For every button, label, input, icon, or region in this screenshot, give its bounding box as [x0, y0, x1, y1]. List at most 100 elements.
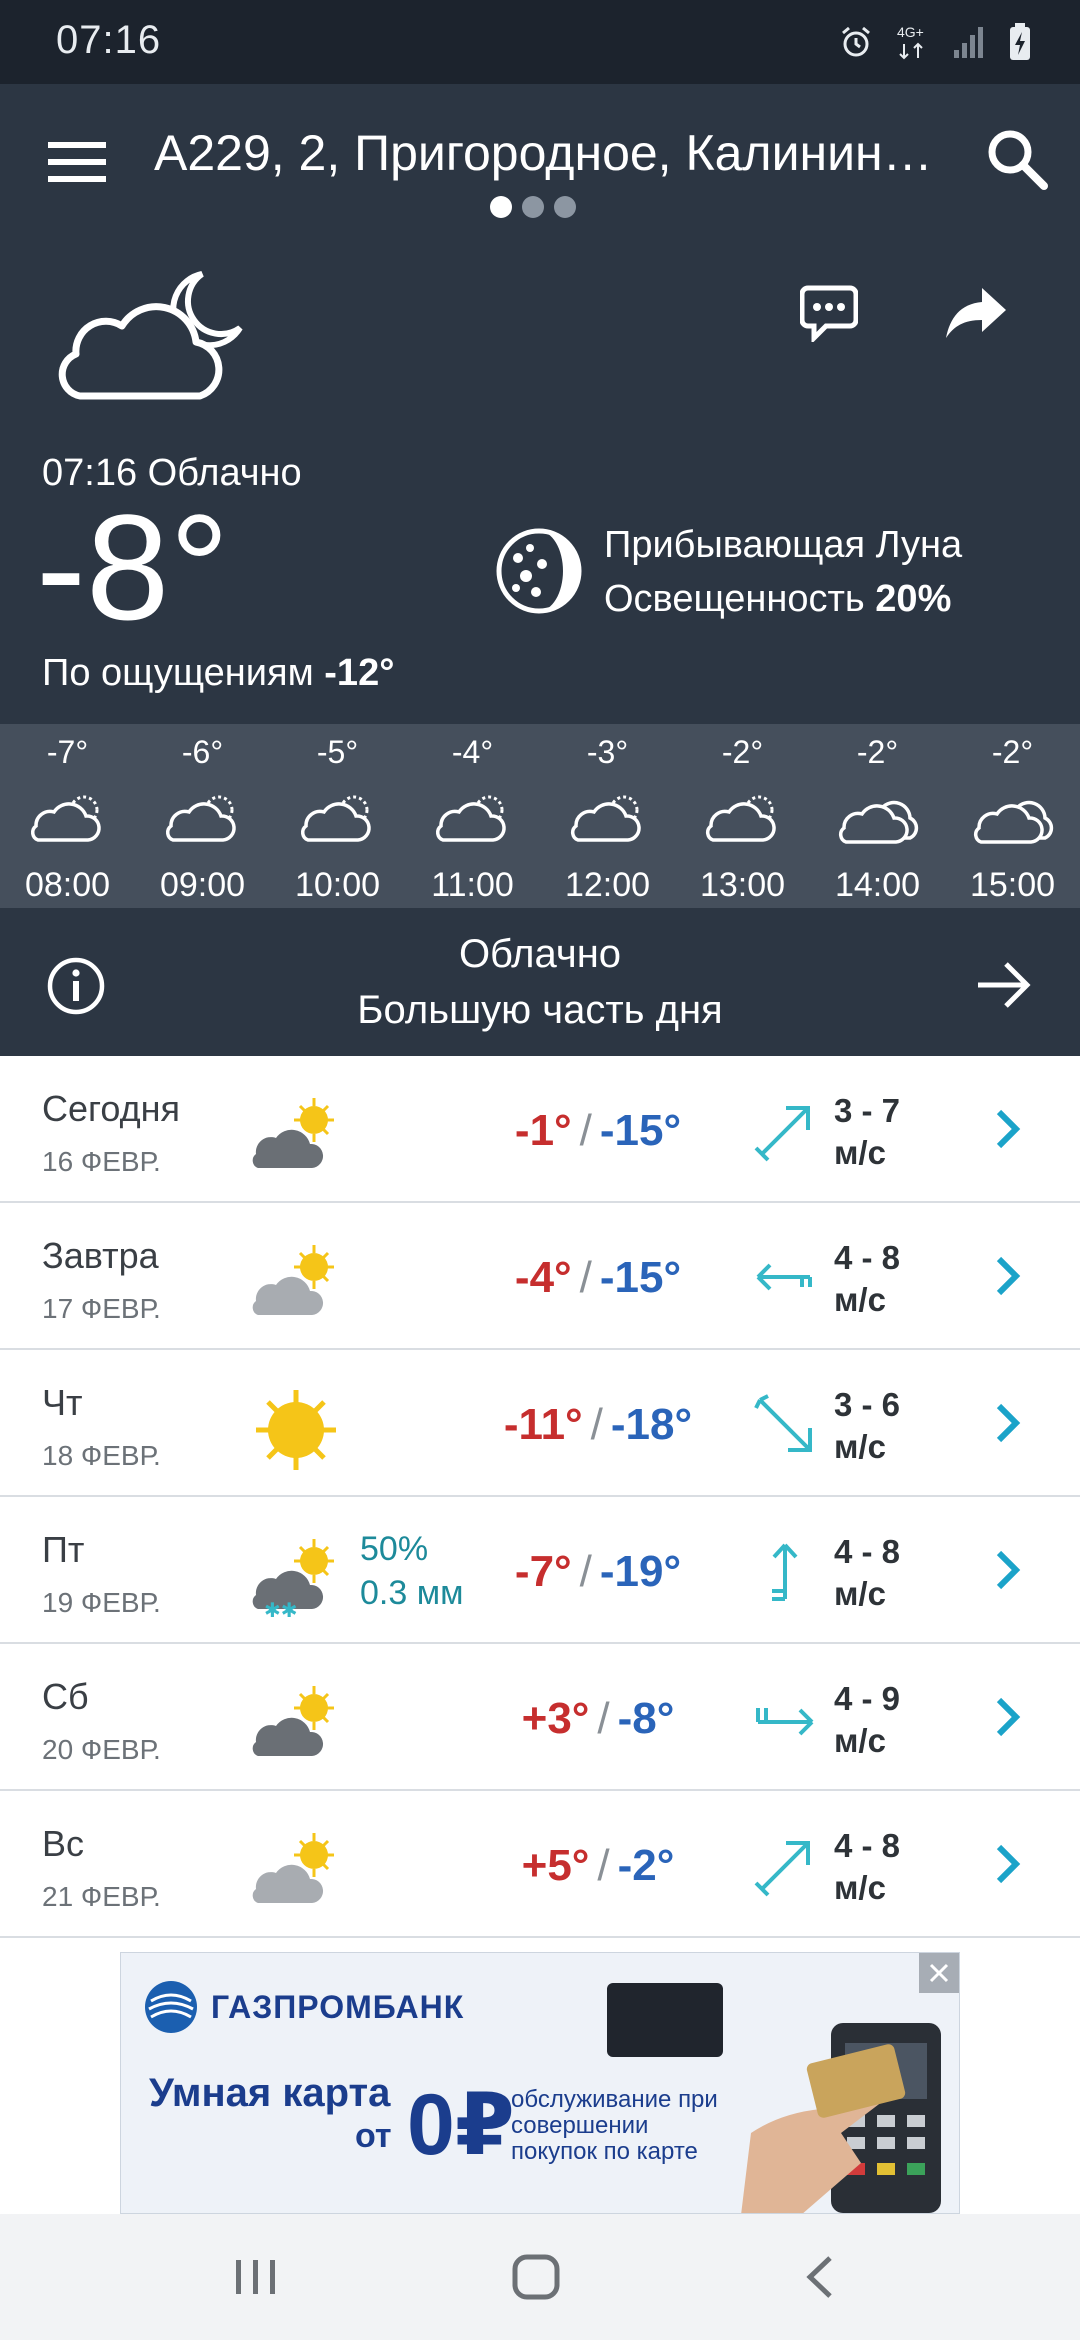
- hour-time: 15:00: [969, 866, 1056, 904]
- hour-temp: -2°: [856, 734, 899, 770]
- alarm-icon: [842, 26, 870, 57]
- day-date: 21 ФЕВР.: [42, 1881, 161, 1912]
- share-icon[interactable]: [944, 284, 1008, 342]
- search-icon[interactable]: [984, 126, 1050, 192]
- partly-cloudy-icon: [165, 795, 236, 842]
- home-icon[interactable]: [510, 2252, 562, 2302]
- page-dot[interactable]: [554, 196, 576, 218]
- ad-banner[interactable]: ГАЗПРОМБАНК Умная карта от 0₽ обслуживан…: [120, 1952, 960, 2214]
- hour-item[interactable]: -2° 14:00: [810, 724, 945, 908]
- hour-item[interactable]: -3° 12:00: [540, 724, 675, 908]
- ad-price: 0₽: [407, 2077, 515, 2173]
- moon-info: Прибывающая Луна Освещенность 20%: [604, 518, 962, 626]
- chevron-right-icon[interactable]: [994, 1843, 1022, 1885]
- chevron-right-icon[interactable]: [994, 1402, 1022, 1444]
- status-time: 07:16: [56, 18, 162, 62]
- payment-terminal-image: [741, 2023, 941, 2213]
- gazprombank-logo-icon: [145, 1981, 197, 2033]
- day-temps: +5° / -2°: [440, 1841, 756, 1891]
- hour-temp: -4°: [451, 734, 494, 770]
- partly-cloudy-icon: [435, 795, 506, 842]
- day-date: 20 ФЕВР.: [42, 1734, 161, 1765]
- feels-like-label: По ощущениям: [42, 652, 314, 694]
- day-date: 16 ФЕВР.: [42, 1146, 161, 1177]
- wind-arrow-northeast-icon: [754, 1106, 810, 1162]
- hour-item[interactable]: -4° 11:00: [405, 724, 540, 908]
- temp-min: -8°: [617, 1694, 675, 1743]
- current-temperature: -8°: [36, 483, 230, 651]
- daily-row[interactable]: Чт 18 ФЕВР. -11° / -18° 3 - 6 м/с: [0, 1350, 1080, 1497]
- daily-row[interactable]: Сб 20 ФЕВР. +3° / -8° 4 - 9 м/с: [0, 1644, 1080, 1791]
- day-name: Сб: [42, 1676, 89, 1717]
- day-date: 19 ФЕВР.: [42, 1587, 161, 1618]
- daily-row[interactable]: Пт 19 ФЕВР. ✱✱ 50% 0.3 мм -7° / -19° 4 - 8…: [0, 1497, 1080, 1644]
- daily-row[interactable]: Вс 21 ФЕВР. +5° / -2° 4 - 8 м/с: [0, 1791, 1080, 1938]
- hourly-forecast[interactable]: -7° 08:00 -6° 09:00 -5° 10:00 -4° 11:00 …: [0, 724, 1080, 908]
- partly-cloudy-snow-icon: ✱✱: [251, 1537, 336, 1617]
- recent-apps-icon[interactable]: [232, 2254, 280, 2300]
- ad-headline: Умная карта: [149, 2071, 391, 2115]
- daily-row[interactable]: Завтра 17 ФЕВР. -4° / -15° 4 - 8 м/с: [0, 1203, 1080, 1350]
- hour-temp: -3°: [586, 734, 629, 770]
- partly-cloudy-icon: [30, 795, 101, 842]
- temp-min: -2°: [617, 1841, 675, 1890]
- menu-icon[interactable]: [48, 140, 106, 184]
- wind-speed-unit: м/с: [834, 1869, 886, 1906]
- wind-arrow-west-icon: [756, 1263, 812, 1291]
- location-title[interactable]: А229, 2, Пригородное, Калинин…: [154, 124, 934, 182]
- hour-item[interactable]: -2° 15:00: [945, 724, 1080, 908]
- wind-speed: 4 - 8 м/с: [834, 1237, 900, 1321]
- feels-like: По ощущениям -12°: [42, 652, 394, 695]
- hour-time: 09:00: [159, 866, 246, 904]
- wind-speed: 4 - 9 м/с: [834, 1678, 900, 1762]
- sunny-icon: [256, 1390, 336, 1470]
- temp-max: +3°: [521, 1694, 590, 1743]
- wind-speed: 4 - 8 м/с: [834, 1825, 900, 1909]
- chevron-right-icon[interactable]: [994, 1696, 1022, 1738]
- hour-time: 12:00: [564, 866, 651, 904]
- partly-cloudy-icon: [300, 795, 371, 842]
- chevron-right-icon[interactable]: [994, 1108, 1022, 1150]
- hour-temp: -5°: [316, 734, 359, 770]
- temp-max: -4°: [514, 1253, 572, 1302]
- cloudy-icon: [838, 800, 919, 844]
- status-bar: 07:16 4G+: [0, 0, 1080, 84]
- info-icon[interactable]: [46, 956, 106, 1016]
- temp-separator: /: [579, 1547, 592, 1596]
- hour-item[interactable]: -6° 09:00: [135, 724, 270, 908]
- illumination-value: 20%: [875, 578, 952, 620]
- back-icon[interactable]: [800, 2254, 840, 2300]
- wind-speed-value: 4 - 9: [834, 1680, 901, 1717]
- day-summary[interactable]: Облачно Большую часть дня: [0, 908, 1080, 1056]
- daily-row[interactable]: Сегодня 16 ФЕВР. -1° / -15° 3 - 7 м/с: [0, 1056, 1080, 1203]
- chevron-right-icon[interactable]: [994, 1255, 1022, 1297]
- hour-item[interactable]: -7° 08:00: [0, 724, 135, 908]
- wind-speed: 3 - 7 м/с: [834, 1090, 900, 1174]
- illumination-label: Освещенность: [604, 578, 865, 620]
- chevron-right-icon[interactable]: [994, 1549, 1022, 1591]
- page-dot[interactable]: [522, 196, 544, 218]
- wind-arrow-north-icon: [772, 1543, 798, 1601]
- daily-forecast-list: Сегодня 16 ФЕВР. -1° / -15° 3 - 7 м/с Завтр…: [0, 1056, 1080, 1938]
- wind-arrow-east-icon: [756, 1708, 814, 1736]
- ad-brand: ГАЗПРОМБАНК: [211, 1989, 465, 2025]
- wind-speed-unit: м/с: [834, 1428, 886, 1465]
- partly-cloudy-light-icon: [251, 1831, 336, 1905]
- hour-item[interactable]: -2° 13:00: [675, 724, 810, 908]
- arrow-right-icon[interactable]: [976, 960, 1032, 1010]
- bank-card-image: [607, 1983, 723, 2057]
- page-dot[interactable]: [490, 196, 512, 218]
- hour-item[interactable]: -5° 10:00: [270, 724, 405, 908]
- network-4g-icon: 4G+: [897, 24, 924, 60]
- day-temps: +3° / -8°: [440, 1694, 756, 1744]
- hour-time: 10:00: [294, 866, 381, 904]
- ad-close-button[interactable]: [919, 1953, 959, 1993]
- chat-icon[interactable]: [800, 284, 858, 342]
- moon-phase-icon: [496, 528, 582, 614]
- hour-temp: -7°: [46, 734, 89, 770]
- signal-icon: [954, 27, 983, 58]
- system-navigation-bar: [0, 2214, 1080, 2340]
- wind-speed: 4 - 8 м/с: [834, 1531, 900, 1615]
- temp-max: -1°: [514, 1106, 572, 1155]
- temp-max: -7°: [514, 1547, 572, 1596]
